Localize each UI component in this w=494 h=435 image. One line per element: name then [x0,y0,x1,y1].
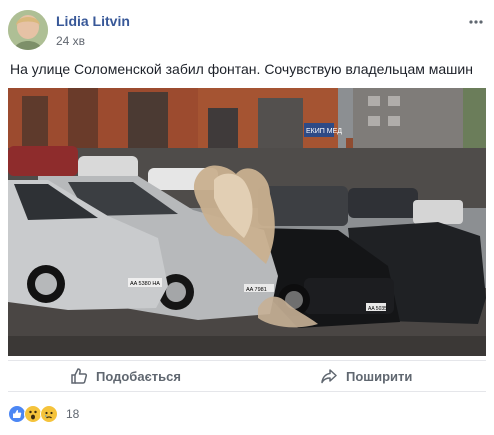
author-name[interactable]: Lidia Litvin [56,13,130,29]
post-actions: Подобається Поширити [8,360,486,392]
plate-mid-text: AA 7981 [246,287,267,293]
reaction-count: 18 [66,407,80,421]
post-timestamp[interactable]: 24 хв [56,34,85,48]
share-arrow-icon [320,366,340,386]
more-options-button[interactable] [466,10,486,30]
sad-reaction-icon [40,405,58,423]
feed-post: Lidia Litvin 24 хв На улице Соломенской … [0,0,494,435]
sign-text: ЕКИП МЕД [306,128,342,135]
thumbs-up-icon [70,366,90,386]
plate-left-text: AA 5380 HA [130,281,160,287]
street-fountain-photo: ЕКИП МЕД AA 5035 AA 7981 AA 5380 HA [8,88,486,356]
post-header: Lidia Litvin 24 хв [8,10,486,54]
post-photo[interactable]: ЕКИП МЕД AA 5035 AA 7981 AA 5380 HA [8,88,486,356]
plate-right-text: AA 5035 [368,306,387,312]
like-button[interactable]: Подобається [70,361,181,391]
share-button[interactable]: Поширити [320,361,412,391]
like-label: Подобається [96,368,181,384]
reaction-summary[interactable]: 18 [8,404,79,424]
post-text: На улице Соломенской забил фонтан. Сочув… [10,61,473,77]
more-horizontal-icon [469,11,483,29]
share-label: Поширити [346,368,413,384]
avatar[interactable] [8,10,48,50]
avatar-photo [8,10,48,50]
